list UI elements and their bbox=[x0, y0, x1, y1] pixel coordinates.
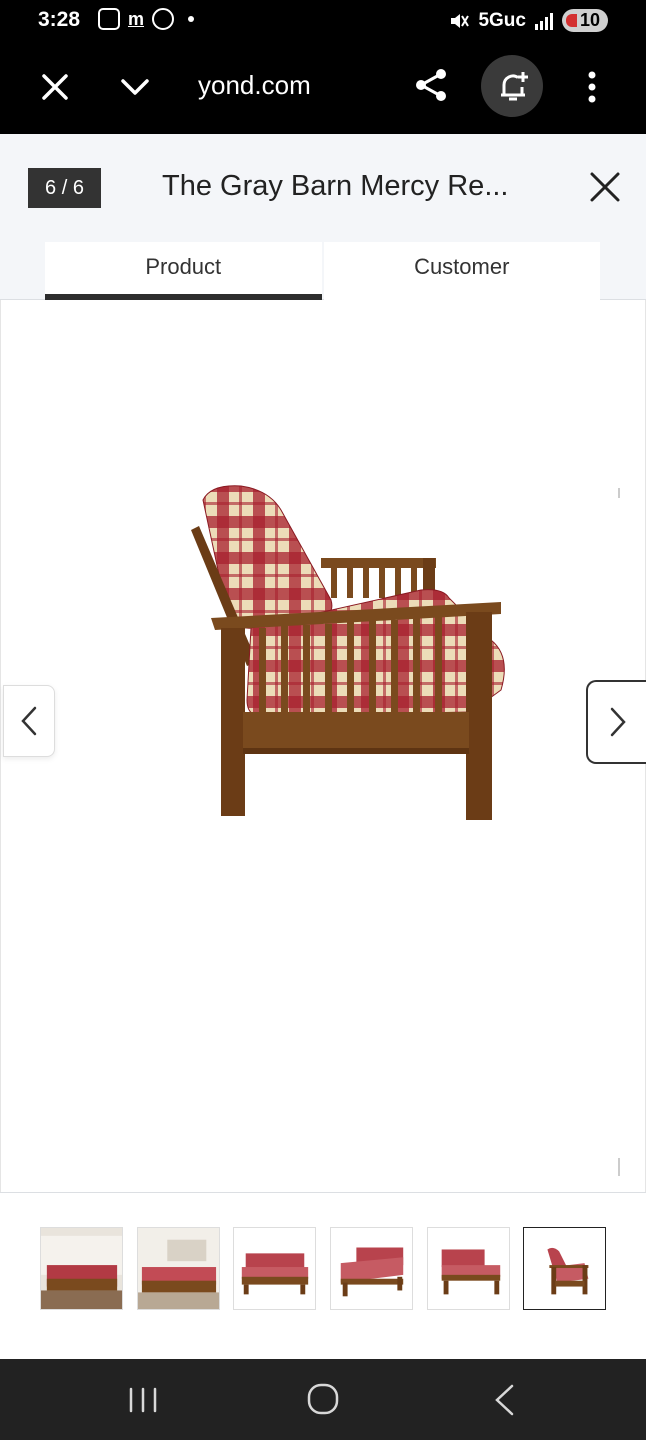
thumbnail-image bbox=[524, 1228, 605, 1309]
share-icon[interactable] bbox=[414, 68, 448, 102]
home-icon[interactable] bbox=[305, 1381, 341, 1417]
url-display[interactable]: yond.com bbox=[198, 70, 311, 101]
more-vert-icon[interactable] bbox=[580, 70, 604, 104]
back-icon[interactable] bbox=[490, 1383, 518, 1417]
system-navigation-bar bbox=[0, 1359, 646, 1440]
thumbnail-image bbox=[138, 1228, 219, 1309]
nfc-icon bbox=[152, 8, 175, 30]
status-bar: 3:28 m 5Guc 10 bbox=[0, 0, 646, 44]
product-image bbox=[191, 485, 505, 820]
thumbnail-1[interactable] bbox=[40, 1227, 123, 1310]
bell-add-icon bbox=[501, 72, 528, 101]
status-time: 3:28 bbox=[38, 8, 81, 31]
thumbnail-image bbox=[331, 1228, 412, 1309]
recent-apps-icon[interactable] bbox=[126, 1385, 160, 1415]
thumbnail-5[interactable] bbox=[427, 1227, 510, 1310]
network-label: 5Guc bbox=[478, 9, 526, 31]
thumbnail-2[interactable] bbox=[137, 1227, 220, 1310]
status-right: 5Guc 10 bbox=[448, 9, 608, 32]
chevron-down-icon[interactable] bbox=[120, 72, 150, 102]
thumbnail-image bbox=[428, 1228, 509, 1309]
notification-icons: m bbox=[98, 8, 195, 30]
thumbnail-3[interactable] bbox=[233, 1227, 316, 1310]
add-alert-button[interactable] bbox=[481, 55, 543, 117]
tab-customer[interactable]: Customer bbox=[323, 242, 600, 300]
browser-toolbar: yond.com bbox=[0, 44, 646, 134]
next-image-button[interactable] bbox=[586, 680, 646, 764]
tab-product[interactable]: Product bbox=[45, 242, 322, 300]
mute-icon bbox=[451, 13, 470, 28]
close-icon[interactable] bbox=[588, 170, 622, 204]
image-counter: 6 / 6 bbox=[28, 168, 101, 208]
chevron-left-icon bbox=[21, 706, 37, 736]
thumbnail-image bbox=[41, 1228, 122, 1309]
gallery-tabs: Product Customer bbox=[45, 242, 600, 300]
edge-artifact bbox=[618, 1158, 620, 1176]
more-notifications-dot-icon bbox=[188, 16, 195, 22]
chevron-right-icon bbox=[610, 707, 626, 737]
signal-icon bbox=[534, 12, 553, 30]
screenshot-icon bbox=[98, 8, 120, 30]
modal-header: 6 / 6 The Gray Barn Mercy Re... Product … bbox=[0, 134, 646, 300]
thumbnail-image bbox=[234, 1228, 315, 1309]
close-icon[interactable] bbox=[40, 72, 70, 102]
thumbnail-4[interactable] bbox=[330, 1227, 413, 1310]
thumbnail-strip bbox=[0, 1192, 646, 1359]
battery-indicator: 10 bbox=[561, 9, 608, 32]
edge-artifact bbox=[618, 488, 620, 498]
thumbnail-6-selected[interactable] bbox=[523, 1227, 606, 1310]
image-gallery-modal: 6 / 6 The Gray Barn Mercy Re... Product … bbox=[0, 134, 646, 1359]
m-zone-icon: m bbox=[128, 9, 145, 29]
previous-image-button[interactable] bbox=[3, 685, 55, 757]
modal-title: The Gray Barn Mercy Re... bbox=[162, 170, 509, 202]
main-image-viewer bbox=[0, 300, 646, 1268]
